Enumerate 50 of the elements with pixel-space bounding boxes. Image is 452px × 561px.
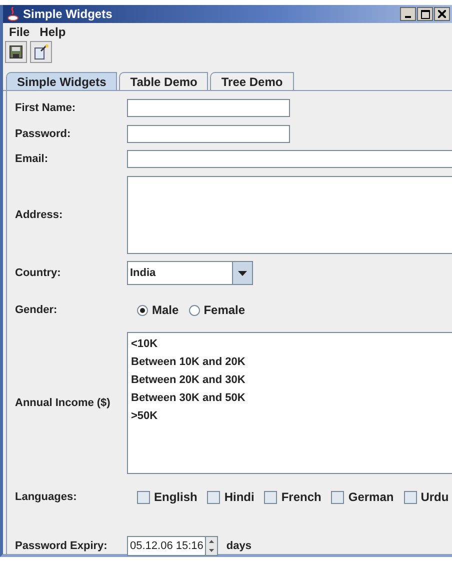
document-wand-icon xyxy=(33,44,49,60)
field-label: Country: xyxy=(15,266,62,281)
checkbox[interactable] xyxy=(404,490,417,504)
text-field[interactable] xyxy=(127,99,290,117)
field-label: Password: xyxy=(15,126,72,142)
option-label: French xyxy=(281,489,322,506)
field-label: First Name: xyxy=(15,100,77,116)
minimize-button[interactable] xyxy=(400,7,416,21)
close-button[interactable] xyxy=(434,7,450,21)
list-item[interactable]: Between 10K and 20K xyxy=(131,353,452,371)
option-label: Male xyxy=(152,302,179,319)
checkbox[interactable] xyxy=(264,490,278,504)
caret-icon xyxy=(238,270,247,276)
field-label: Gender: xyxy=(15,302,58,318)
text-field[interactable] xyxy=(127,150,452,168)
maximize-button[interactable] xyxy=(417,7,433,21)
radio-button[interactable] xyxy=(188,304,200,316)
maximize-icon xyxy=(420,10,430,18)
field-label: Address: xyxy=(15,208,64,223)
list-item[interactable]: Between 30K and 50K xyxy=(131,389,452,407)
window-title: Simple Widgets xyxy=(23,6,112,23)
list-item[interactable]: >50K xyxy=(131,407,452,425)
menu-item[interactable]: File xyxy=(5,23,34,41)
suffix-label: days xyxy=(226,538,252,554)
field-label: Languages: xyxy=(15,490,78,505)
dropdown-button[interactable] xyxy=(232,262,252,284)
checkbox[interactable] xyxy=(207,490,220,504)
list-item[interactable]: Between 20K and 30K xyxy=(131,371,452,389)
menu-item[interactable]: Help xyxy=(36,23,70,41)
field-label: Annual Income ($) xyxy=(15,396,112,411)
option-label: English xyxy=(154,489,198,506)
option-label: Hindi xyxy=(224,489,254,506)
app-icon xyxy=(7,7,19,21)
option-label: Urdu xyxy=(420,489,449,506)
new-document-button[interactable] xyxy=(30,41,52,63)
tab[interactable]: Tree Demo xyxy=(210,72,294,90)
list-item[interactable]: <10K xyxy=(131,335,452,353)
text-field[interactable] xyxy=(127,125,290,143)
save-button[interactable] xyxy=(5,41,27,63)
option-label: German xyxy=(348,489,394,506)
tab[interactable]: Simple Widgets xyxy=(6,72,118,90)
checkbox[interactable] xyxy=(331,490,344,504)
option-label: Female xyxy=(204,302,246,319)
tab[interactable]: Table Demo xyxy=(119,72,208,90)
text-area[interactable] xyxy=(127,176,452,254)
field-label: Email: xyxy=(15,152,50,167)
checkbox[interactable] xyxy=(137,490,150,504)
field-label: Password Expiry: xyxy=(15,538,108,554)
close-icon xyxy=(438,10,446,18)
radio-button[interactable] xyxy=(137,304,148,316)
